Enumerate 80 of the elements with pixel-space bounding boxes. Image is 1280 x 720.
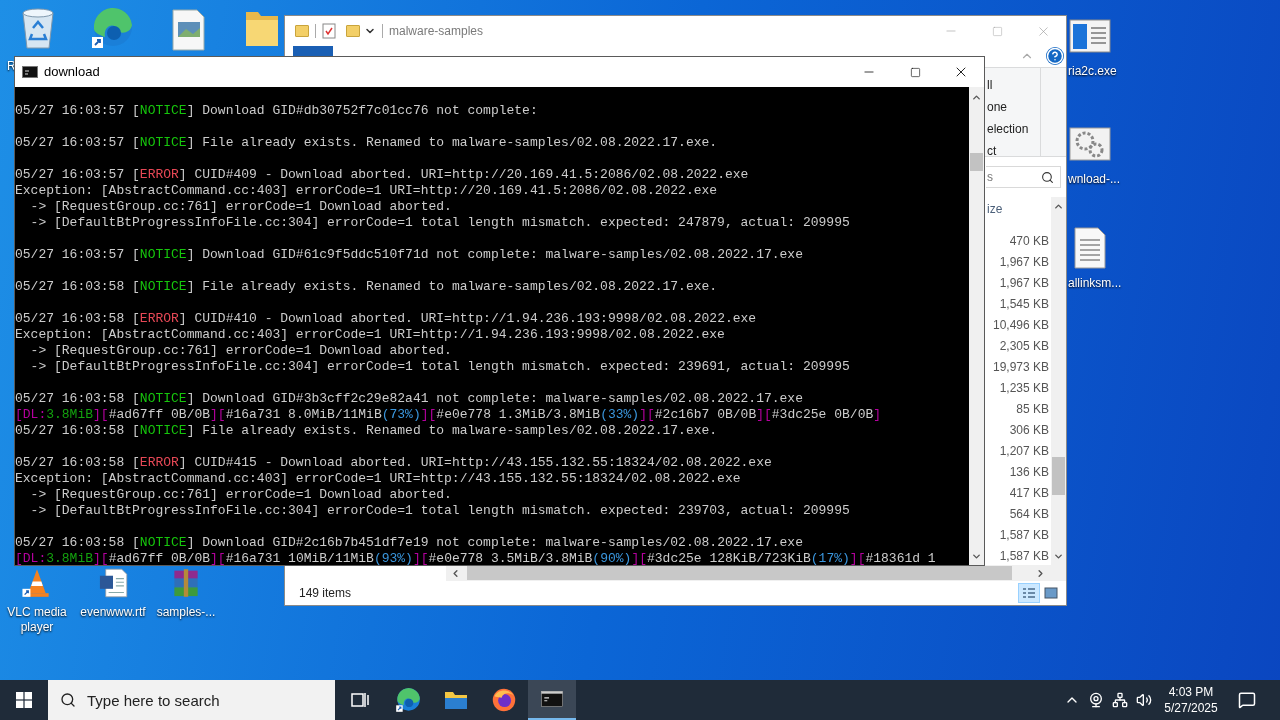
console-line: 05/27 16:03:58 [NOTICE] Download GID#3b3cff2c29e82a41 not complete: malware-samples/02.08.2022.17.exe <box>15 391 803 407</box>
status-text: 149 items <box>299 585 352 602</box>
scroll-right-icon[interactable] <box>1035 567 1046 579</box>
console-line: Exception: [AbstractCommand.cc:403] errorCode=1 URI=http://43.155.132.55:18324/02.08.2022.exe <box>15 471 741 487</box>
checklist-icon[interactable] <box>322 23 336 39</box>
console-line: -> [RequestGroup.cc:761] errorCode=1 Download aborted. <box>29 199 452 215</box>
console-line: 05/27 16:03:58 [ERROR] CUID#410 - Download aborted. URI=http://1.94.236.193:9998/02.08.2022.exe <box>15 311 757 327</box>
clock[interactable]: 4:03 PM 5/27/2025 <box>1162 684 1220 716</box>
taskbar-app-button[interactable] <box>528 680 576 720</box>
table-cell-text: 1,235 KB <box>999 380 1050 397</box>
console-line: [DL:3.8MiB][#ad67ff 0B/0B][#16a731 10MiB/11MiB(93%)][#e0e778 3.5MiB/3.8MiB(90%)][#3dc25e 128KiB/723KiB(17%)][#18361d 1 <box>15 551 936 565</box>
table-cell-text: 2,305 KB <box>999 338 1050 355</box>
console-line: -> [DefaultBtProgressInfoFile.cc:304] errorCode=1 total length mismatch. expected: 239691, actual: 209995 <box>29 359 850 375</box>
icon-label: ria2c.exe <box>1068 64 1117 79</box>
icon-label: wnload-... <box>1068 172 1121 187</box>
scrollbar[interactable] <box>1051 197 1066 565</box>
ribbon-command[interactable]: ll <box>987 74 993 96</box>
network-icon[interactable] <box>1112 692 1128 708</box>
search-field[interactable]: s <box>986 166 1061 188</box>
folder-icon[interactable] <box>444 689 468 711</box>
table-cell-text: 306 KB <box>1009 422 1050 439</box>
column-header[interactable]: ize <box>984 197 1003 221</box>
console-line: 05/27 16:03:57 [ERROR] CUID#409 - Download aborted. URI=http://20.169.41.5:2086/02.08.2022.exe <box>15 167 749 183</box>
table-cell-text: 1,967 KB <box>999 275 1050 292</box>
table-cell-text: 564 KB <box>1009 506 1050 523</box>
console-line: [DL:3.8MiB][#ad67ff 0B/0B][#16a731 8.0MiB/11MiB(73%)][#e0e778 1.3MiB/3.8MiB(33%)][#2c16b7 0B/0B][#3dc25e 0B/0B] <box>15 407 882 423</box>
browser-icon[interactable] <box>90 6 134 50</box>
scroll-down-icon[interactable] <box>971 551 982 562</box>
scroll-up-icon[interactable] <box>971 92 982 103</box>
scroll-thumb[interactable] <box>970 153 983 171</box>
table-cell-text: 1,207 KB <box>999 443 1050 460</box>
task-view-icon[interactable] <box>350 690 370 710</box>
console-line: 05/27 16:03:58 [NOTICE] File already exists. Renamed to malware-samples/02.08.2022.17.exe. <box>15 423 718 439</box>
console-line: -> [DefaultBtProgressInfoFile.cc:304] errorCode=1 total length mismatch. expected: 239703, actual: 209995 <box>29 503 850 519</box>
console-line: 05/27 16:03:57 [NOTICE] File already exists. Renamed to malware-samples/02.08.2022.17.exe. <box>15 135 718 151</box>
console-line: 05/27 16:03:58 [NOTICE] File already exists. Renamed to malware-samples/02.08.2022.17.exe. <box>15 279 718 295</box>
windows-logo-icon[interactable] <box>16 692 32 708</box>
window-title: download <box>44 63 100 82</box>
table-cell-text: 470 KB <box>1009 233 1050 250</box>
browser-icon[interactable] <box>395 687 421 713</box>
volume-icon[interactable] <box>1136 692 1152 708</box>
console-line: 05/27 16:03:58 [ERROR] CUID#415 - Download aborted. URI=http://43.155.132.55:18324/02.08.2022.exe <box>15 455 772 471</box>
device-icon[interactable] <box>1088 692 1104 708</box>
table-cell-text: 10,496 KB <box>992 317 1050 334</box>
window-title: malware-samples <box>389 23 484 40</box>
console-line: -> [DefaultBtProgressInfoFile.cc:304] errorCode=1 total length mismatch. expected: 247879, actual: 209995 <box>29 215 850 231</box>
search-field[interactable]: Type here to search <box>48 680 335 720</box>
table-cell-text: 85 KB <box>1016 401 1050 418</box>
icon-label: VLC media player <box>6 605 68 635</box>
console-line: Exception: [AbstractCommand.cc:403] errorCode=1 URI=http://20.169.41.5:2086/02.08.2022.exe <box>15 183 718 199</box>
icon-label: evenwww.rtf <box>80 605 146 620</box>
console-line: 05/27 16:03:58 [NOTICE] Download GID#2c16b7b451df7e19 not complete: malware-samples/02.08.2022.17.exe <box>15 535 803 551</box>
maximize-icon[interactable] <box>909 66 921 78</box>
search-icon[interactable] <box>60 692 76 708</box>
document-icon[interactable] <box>97 567 129 599</box>
scroll-down-icon[interactable] <box>1053 551 1064 562</box>
icon-label: allinksm... <box>1068 276 1122 291</box>
table-cell-text: 1,967 KB <box>999 254 1050 271</box>
table-cell-text: 417 KB <box>1009 485 1050 502</box>
table-cell-text: 1,587 KB <box>999 527 1050 544</box>
table-cell-text: 136 KB <box>1009 464 1050 481</box>
console-line: -> [RequestGroup.cc:761] errorCode=1 Download aborted. <box>29 343 452 359</box>
console-line: 05/27 16:03:57 [NOTICE] Download GID#61c9f5ddc510f71d not complete: malware-samples/02.08.2022.17.exe <box>15 247 803 263</box>
table-cell-text: 19,973 KB <box>992 359 1050 376</box>
console-line: Exception: [AbstractCommand.cc:403] errorCode=1 URI=http://1.94.236.193:9998/02.08.2022.exe <box>15 327 725 343</box>
console-line: -> [RequestGroup.cc:761] errorCode=1 Download aborted. <box>29 487 452 503</box>
ribbon-command[interactable]: election <box>987 118 1029 140</box>
scroll-thumb[interactable] <box>1052 457 1065 495</box>
scroll-up-icon[interactable] <box>1053 201 1064 212</box>
table-cell-text: 1,587 KB <box>999 548 1050 565</box>
console-line: 05/27 16:03:57 [NOTICE] Download GID#db30752f7c01cc76 not complete: <box>15 103 538 119</box>
ribbon-command[interactable]: ct <box>987 140 997 162</box>
notifications-icon[interactable] <box>1238 691 1256 709</box>
help-icon[interactable] <box>1046 47 1064 65</box>
icon-label: samples-... <box>156 605 216 620</box>
scrollbar[interactable] <box>969 87 984 565</box>
table-cell-text: 1,545 KB <box>999 296 1050 313</box>
search-icon[interactable] <box>1041 170 1054 184</box>
fox-globe-icon[interactable] <box>491 687 517 713</box>
ribbon-command[interactable]: one <box>987 96 1008 118</box>
